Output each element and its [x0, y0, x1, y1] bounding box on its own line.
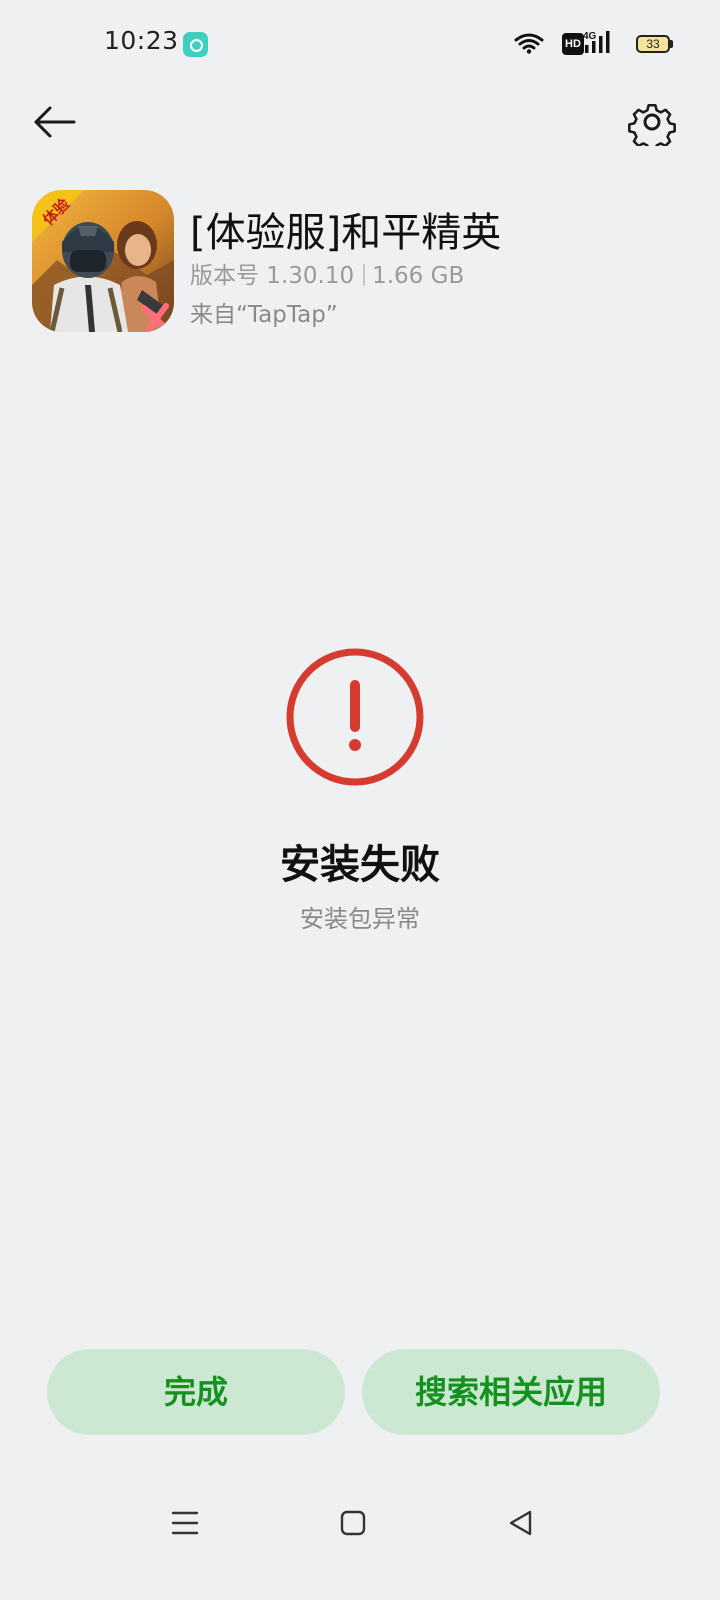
gear-icon: [628, 103, 676, 152]
back-button[interactable]: [30, 98, 80, 148]
install-failed-reason: 安装包异常: [300, 905, 420, 933]
nav-back-button[interactable]: [506, 1508, 536, 1538]
done-button[interactable]: 完成: [47, 1349, 345, 1435]
app-meta: 版本号 1.30.10 1.66 GB: [190, 256, 464, 290]
battery-level: 33: [646, 37, 660, 51]
search-related-apps-button[interactable]: 搜索相关应用: [362, 1349, 660, 1435]
app-icon: 体验: [32, 190, 174, 332]
app-size: 1.66 GB: [372, 263, 465, 289]
signal-icon: 4G: [583, 31, 610, 53]
install-failed-title: 安装失败: [280, 842, 440, 888]
status-time: 10:23: [104, 26, 179, 55]
exclamation-circle-icon: [286, 648, 424, 786]
nav-home-button[interactable]: [338, 1508, 368, 1538]
wifi-icon: [514, 33, 544, 54]
meta-divider: [363, 264, 366, 286]
app-version: 版本号 1.30.10: [190, 263, 355, 289]
game-artwork-icon: 体验: [32, 190, 174, 332]
triangle-back-icon: [509, 1510, 532, 1536]
arrow-left-icon: [34, 106, 76, 138]
app-source: 来自“TapTap”: [190, 302, 338, 328]
nav-recents-button[interactable]: [170, 1508, 200, 1538]
menu-icon: [171, 1511, 199, 1535]
battery-tip: [670, 40, 673, 48]
square-icon: [340, 1510, 366, 1536]
settings-button[interactable]: [628, 98, 676, 152]
network-label: 4G: [583, 31, 597, 42]
hd-badge: HD: [562, 33, 584, 55]
app-title: [体验服]和平精英: [190, 210, 502, 256]
notification-app-icon: [183, 32, 208, 57]
